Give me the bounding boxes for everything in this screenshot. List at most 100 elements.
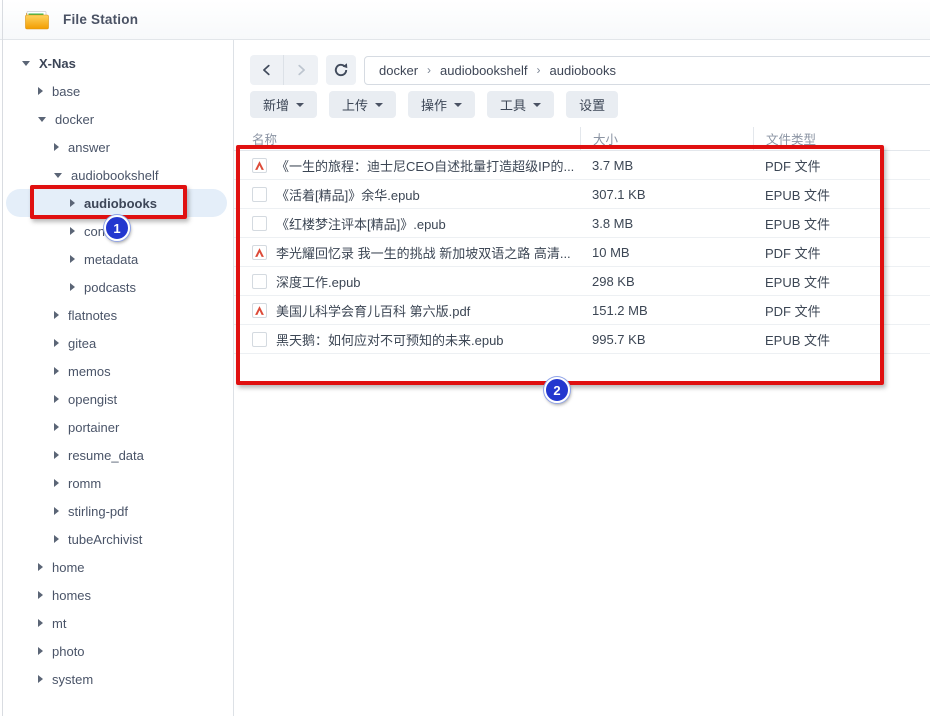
- sidebar-item-X-Nas[interactable]: X-Nas: [6, 49, 227, 77]
- sidebar-item-label: metadata: [84, 252, 138, 267]
- app-title: File Station: [63, 12, 138, 27]
- toolbar-button-新增[interactable]: 新增: [250, 91, 317, 118]
- sidebar-item-label: tubeArchivist: [68, 532, 142, 547]
- sidebar-item-romm[interactable]: romm: [6, 469, 227, 497]
- tree-expander-icon: [54, 507, 59, 515]
- pdf-file-icon: [252, 158, 267, 173]
- breadcrumb[interactable]: docker›audiobookshelf›audiobooks: [364, 56, 930, 85]
- sidebar-item-photo[interactable]: photo: [6, 637, 227, 665]
- sidebar-item-label: mt: [52, 616, 66, 631]
- back-arrow-icon: [260, 63, 274, 77]
- tree-expander-icon: [54, 143, 59, 151]
- tree-expander-icon: [70, 199, 75, 207]
- breadcrumb-segment-docker[interactable]: docker: [379, 63, 418, 78]
- refresh-button[interactable]: [326, 55, 356, 85]
- sidebar-item-tubeArchivist[interactable]: tubeArchivist: [6, 525, 227, 553]
- toolbar-button-上传[interactable]: 上传: [329, 91, 396, 118]
- sidebar-item-mt[interactable]: mt: [6, 609, 227, 637]
- epub-file-icon: [252, 216, 267, 231]
- sidebar-item-label: docker: [55, 112, 94, 127]
- tree-expander-icon: [54, 339, 59, 347]
- file-size: 298 KB: [580, 274, 753, 289]
- tree-expander-icon: [70, 255, 75, 263]
- sidebar-item-homes[interactable]: homes: [6, 581, 227, 609]
- sidebar-item-label: stirling-pdf: [68, 504, 128, 519]
- sidebar-item-system[interactable]: system: [6, 665, 227, 693]
- sidebar-item-resume_data[interactable]: resume_data: [6, 441, 227, 469]
- sidebar-item-label: conf: [84, 224, 109, 239]
- tree-expander-icon: [38, 619, 43, 627]
- toolbar: 新增 上传 操作 工具 设置: [250, 91, 930, 118]
- sidebar-item-portainer[interactable]: portainer: [6, 413, 227, 441]
- pdf-file-icon: [252, 245, 267, 260]
- breadcrumb-separator: ›: [537, 63, 541, 77]
- tree-expander-icon: [38, 675, 43, 683]
- sidebar-item-audiobooks[interactable]: audiobooks: [6, 189, 227, 217]
- sidebar-item-docker[interactable]: docker: [6, 105, 227, 133]
- epub-file-icon: [252, 332, 267, 347]
- tree-expander-icon: [38, 647, 43, 655]
- sidebar-item-gitea[interactable]: gitea: [6, 329, 227, 357]
- sidebar-item-podcasts[interactable]: podcasts: [6, 273, 227, 301]
- pdf-file-icon: [252, 303, 267, 318]
- table-row[interactable]: 《红楼梦注评本[精品]》.epub 3.8 MB EPUB 文件: [234, 209, 930, 238]
- table-row[interactable]: 黑天鹅：如何应对不可预知的未来.epub 995.7 KB EPUB 文件: [234, 325, 930, 354]
- sidebar-item-label: memos: [68, 364, 111, 379]
- app-header: File Station: [0, 0, 930, 40]
- sidebar-item-home[interactable]: home: [6, 553, 227, 581]
- sidebar-item-flatnotes[interactable]: flatnotes: [6, 301, 227, 329]
- tree-expander-icon: [54, 395, 59, 403]
- tree-expander-icon: [54, 367, 59, 375]
- file-name: 黑天鹅：如何应对不可预知的未来.epub: [276, 330, 504, 349]
- file-type: EPUB 文件: [753, 272, 930, 291]
- back-button[interactable]: [250, 55, 284, 85]
- sidebar-item-metadata[interactable]: metadata: [6, 245, 227, 273]
- column-header-size[interactable]: 大小: [580, 127, 753, 150]
- sidebar-item-conf[interactable]: conf: [6, 217, 227, 245]
- file-name: 美国儿科学会育儿百科 第六版.pdf: [276, 301, 470, 320]
- breadcrumb-segment-audiobooks[interactable]: audiobooks: [550, 63, 617, 78]
- forward-button[interactable]: [284, 55, 318, 85]
- tree-expander-icon: [70, 227, 75, 235]
- sidebar-item-answer[interactable]: answer: [6, 133, 227, 161]
- refresh-icon: [333, 62, 349, 78]
- breadcrumb-segment-audiobookshelf[interactable]: audiobookshelf: [440, 63, 527, 78]
- sidebar-item-label: answer: [68, 140, 110, 155]
- sidebar-item-stirling-pdf[interactable]: stirling-pdf: [6, 497, 227, 525]
- toolbar-button-工具[interactable]: 工具: [487, 91, 554, 118]
- dropdown-caret-icon: [296, 103, 304, 107]
- tree-expander-icon: [38, 87, 43, 95]
- file-type: EPUB 文件: [753, 185, 930, 204]
- file-type: PDF 文件: [753, 156, 930, 175]
- file-type: EPUB 文件: [753, 214, 930, 233]
- epub-file-icon: [252, 187, 267, 202]
- forward-arrow-icon: [294, 63, 308, 77]
- table-row[interactable]: 《活着[精品]》余华.epub 307.1 KB EPUB 文件: [234, 180, 930, 209]
- toolbar-button-操作[interactable]: 操作: [408, 91, 475, 118]
- sidebar-item-label: home: [52, 560, 85, 575]
- sidebar-item-memos[interactable]: memos: [6, 357, 227, 385]
- sidebar-item-label: homes: [52, 588, 91, 603]
- sidebar-item-label: X-Nas: [39, 56, 76, 71]
- sidebar-item-label: photo: [52, 644, 85, 659]
- tree-expander-icon: [22, 61, 30, 66]
- file-name: 《活着[精品]》余华.epub: [276, 185, 420, 204]
- sidebar-item-label: audiobooks: [84, 196, 157, 211]
- table-row[interactable]: 李光耀回忆录 我一生的挑战 新加坡双语之路 高清... 10 MB PDF 文件: [234, 238, 930, 267]
- table-row[interactable]: 《一生的旅程：迪士尼CEO自述批量打造超级IP的... 3.7 MB PDF 文…: [234, 151, 930, 180]
- table-row[interactable]: 美国儿科学会育儿百科 第六版.pdf 151.2 MB PDF 文件: [234, 296, 930, 325]
- file-name: 李光耀回忆录 我一生的挑战 新加坡双语之路 高清...: [276, 243, 571, 262]
- dropdown-caret-icon: [375, 103, 383, 107]
- sidebar-item-opengist[interactable]: opengist: [6, 385, 227, 413]
- sidebar-item-label: base: [52, 84, 80, 99]
- sidebar-tree: X-Nas base docker answer audiobookshelf …: [0, 49, 233, 693]
- sidebar-item-base[interactable]: base: [6, 77, 227, 105]
- table-row[interactable]: 深度工作.epub 298 KB EPUB 文件: [234, 267, 930, 296]
- column-header-type[interactable]: 文件类型: [753, 127, 930, 150]
- tree-expander-icon: [38, 591, 43, 599]
- epub-file-icon: [252, 274, 267, 289]
- column-header-name[interactable]: 名称: [234, 127, 580, 150]
- toolbar-button-设置[interactable]: 设置: [566, 91, 618, 118]
- tree-expander-icon: [54, 173, 62, 178]
- sidebar-item-audiobookshelf[interactable]: audiobookshelf: [6, 161, 227, 189]
